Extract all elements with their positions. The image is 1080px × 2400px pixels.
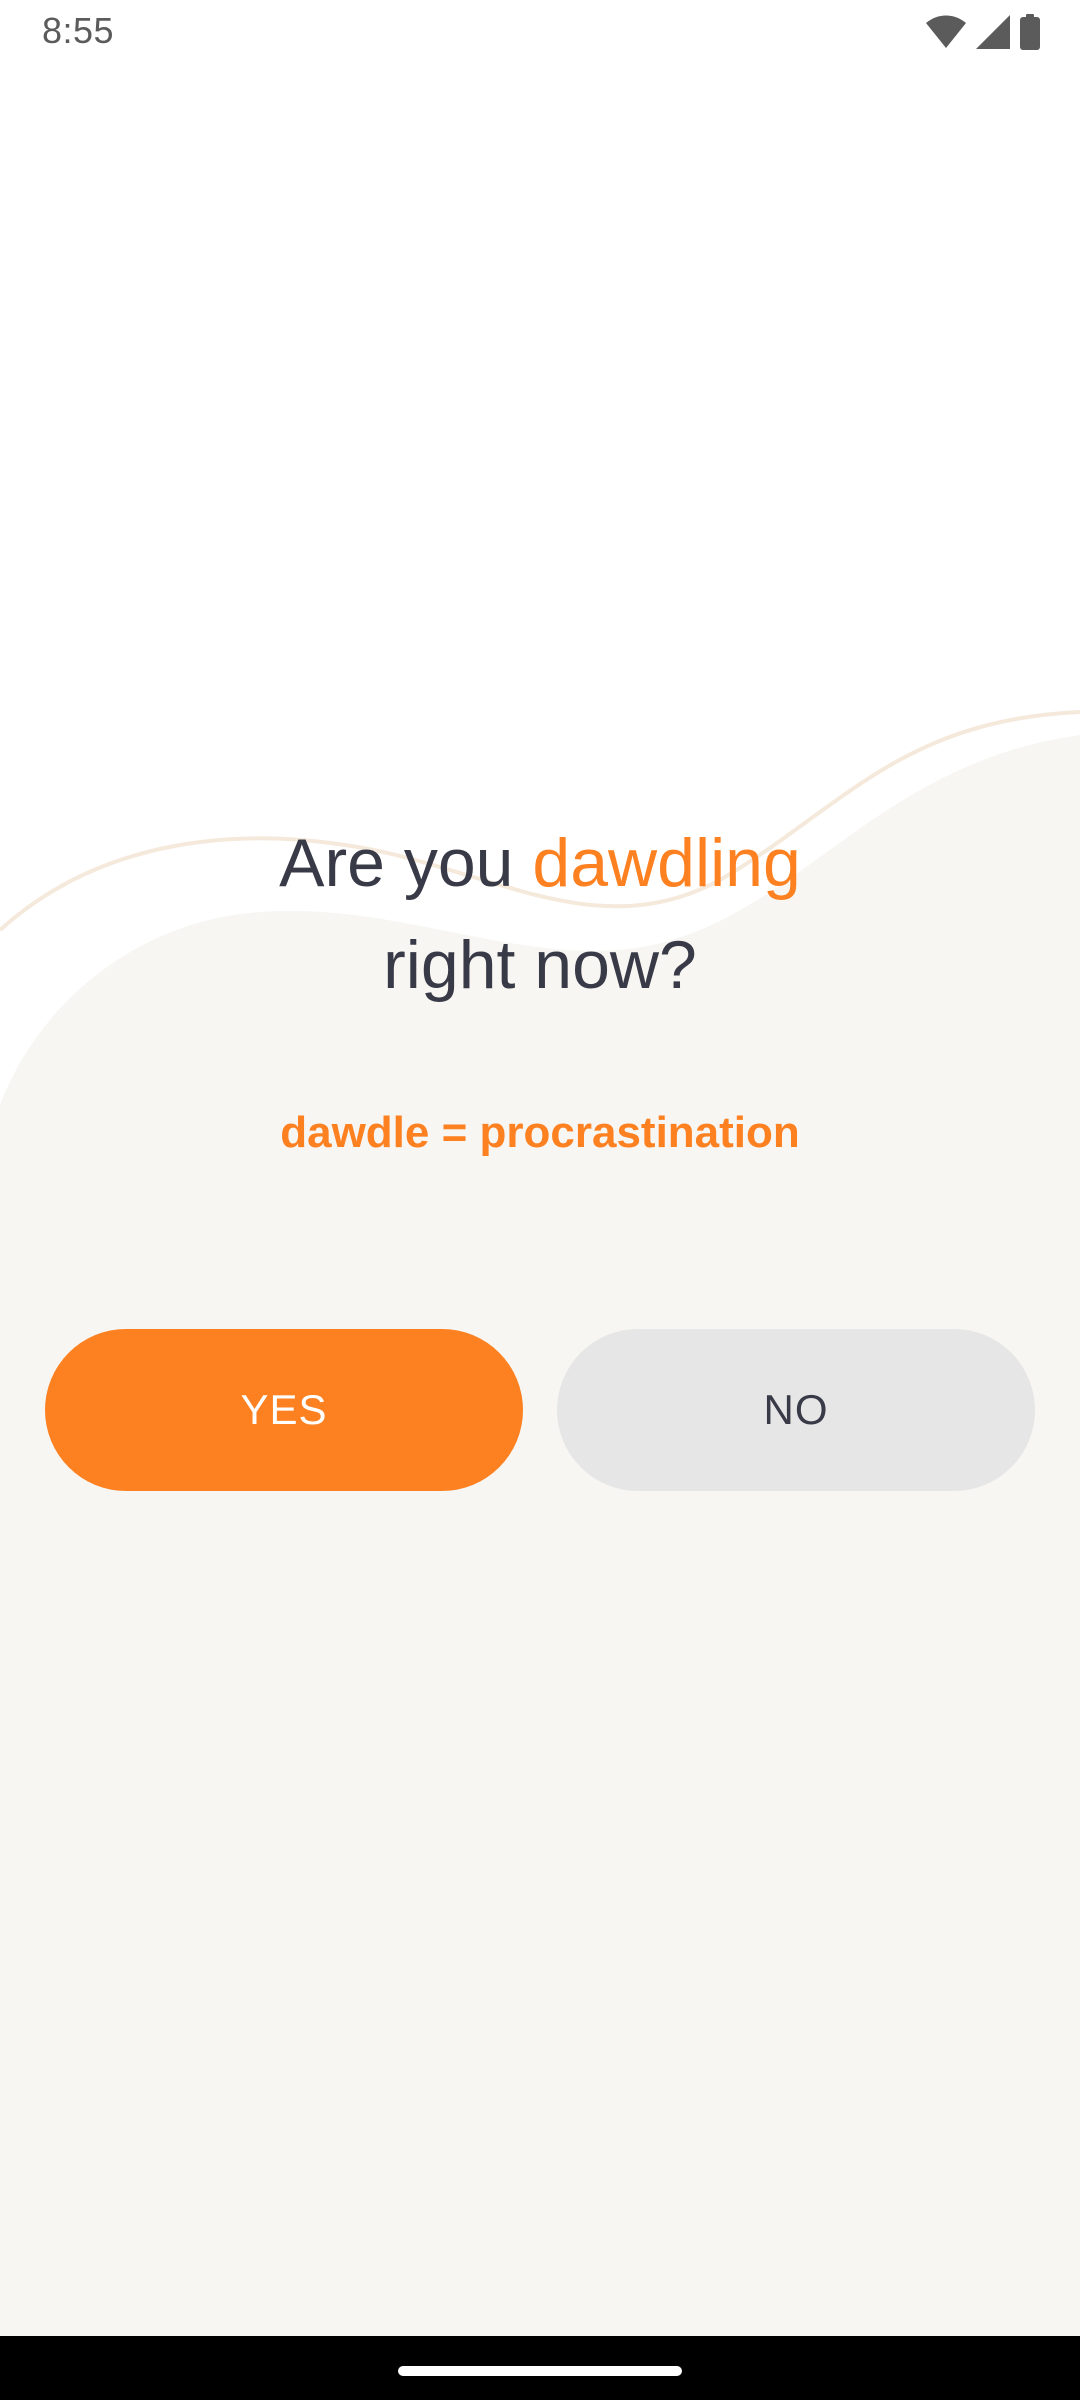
- background-wave: [0, 710, 1080, 2400]
- definition-text: dawdle = procrastination: [280, 1108, 800, 1157]
- headline-line2: right now?: [383, 927, 697, 1003]
- screen: 8:55 Are you dawdling right now? dawdle …: [0, 0, 1080, 2400]
- headline-accent-word: dawdling: [532, 825, 801, 901]
- prompt-headline: Are you dawdling right now?: [0, 812, 1080, 1016]
- cellular-signal-icon: [976, 15, 1010, 49]
- status-time: 8:55: [42, 10, 115, 51]
- status-bar: 8:55: [0, 0, 1080, 64]
- home-gesture-handle[interactable]: [398, 2366, 682, 2376]
- status-icons: [926, 12, 1040, 52]
- battery-icon: [1020, 14, 1040, 50]
- headline-prefix: Are you: [279, 825, 533, 901]
- wifi-icon: [926, 15, 966, 48]
- navigation-bar: [0, 2336, 1080, 2400]
- yes-button[interactable]: YES: [45, 1329, 523, 1491]
- no-button[interactable]: NO: [557, 1329, 1035, 1491]
